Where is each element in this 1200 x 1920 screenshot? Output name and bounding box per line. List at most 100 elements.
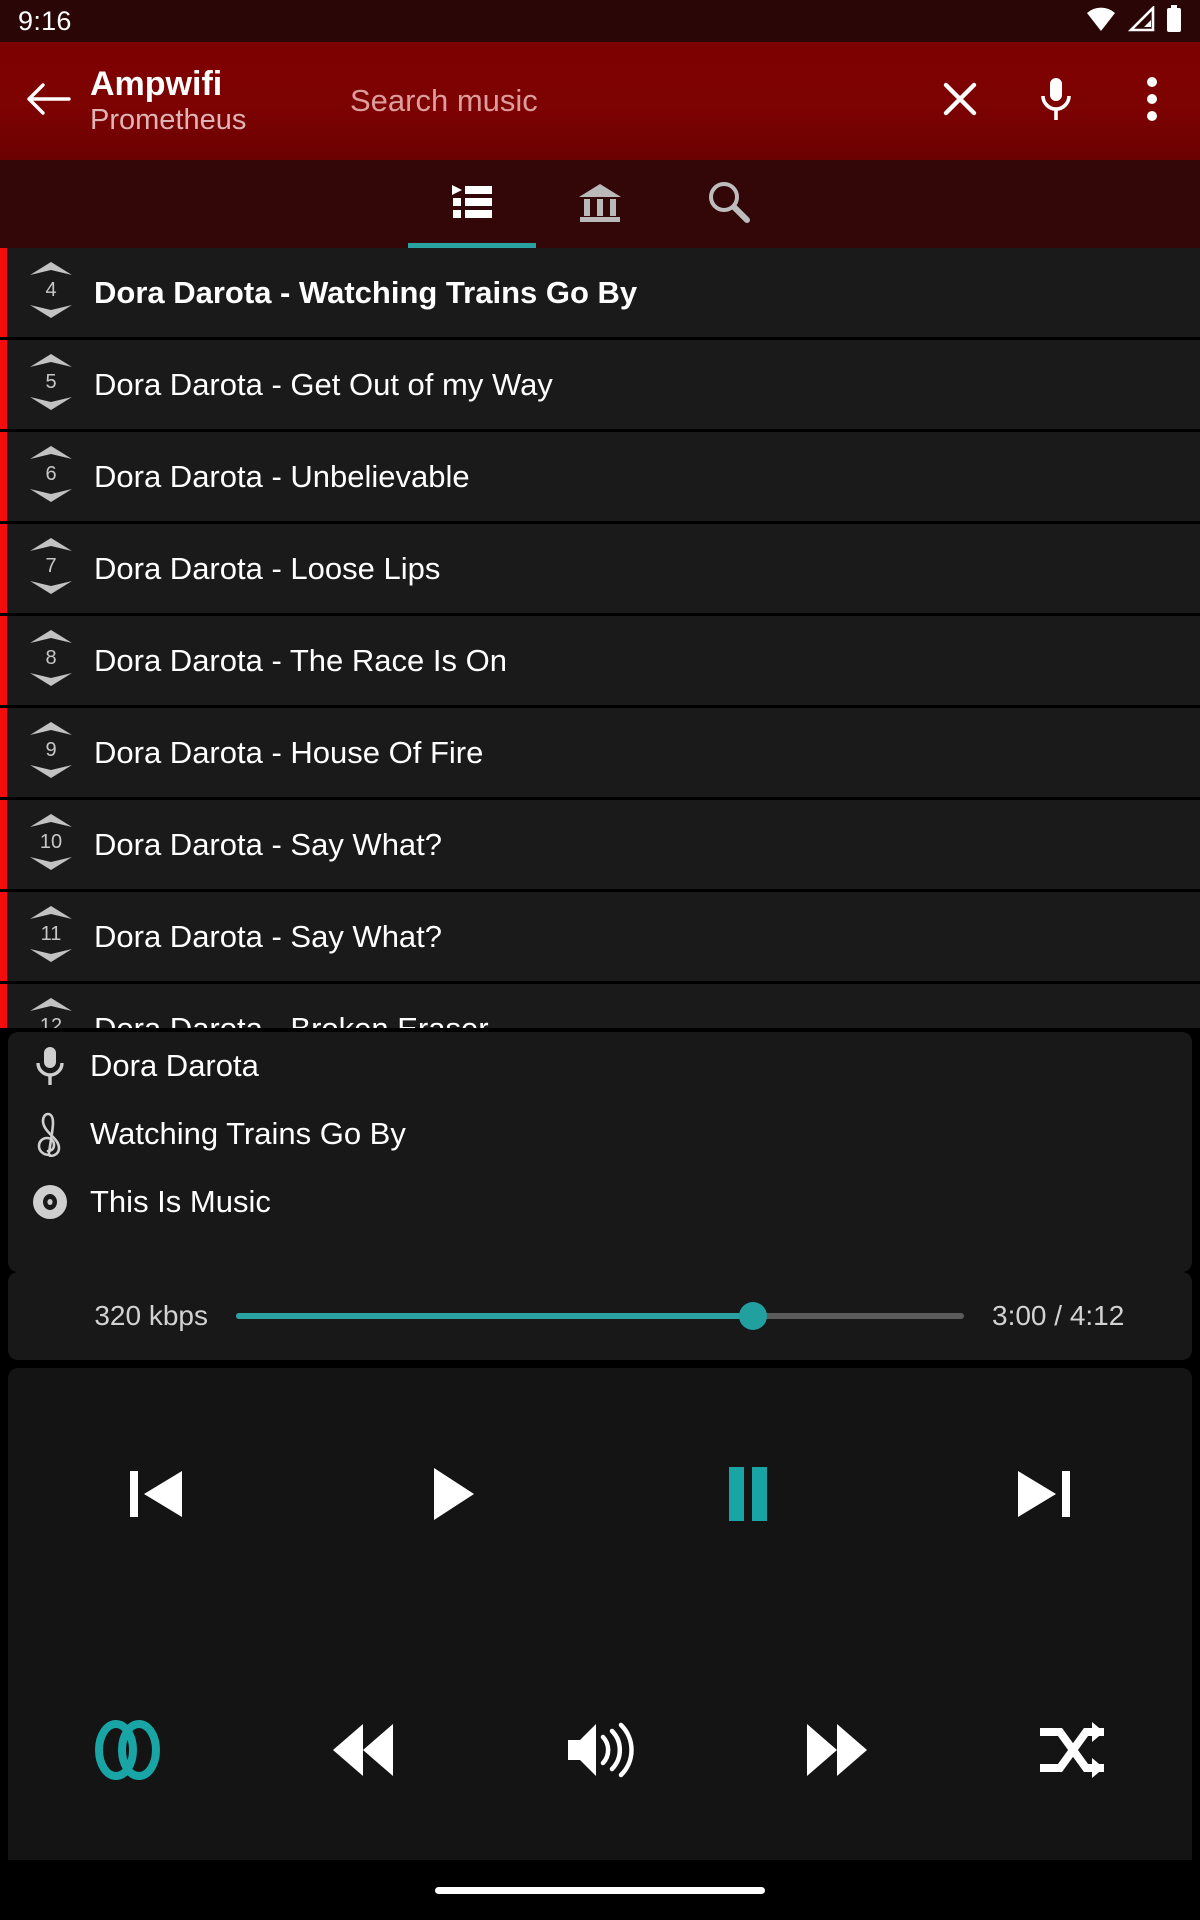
volume-button[interactable] — [482, 1624, 719, 1880]
table-row[interactable]: 4Dora Darota - Watching Trains Go By — [0, 248, 1200, 340]
status-clock: 9:16 — [18, 6, 72, 37]
progress-section: 320 kbps 3:00 / 4:12 — [8, 1272, 1192, 1360]
drag-handle-icon[interactable]: 4 — [12, 248, 90, 339]
skip-next-icon — [1008, 1458, 1080, 1535]
back-button[interactable] — [0, 42, 96, 160]
gesture-navigation-bar — [0, 1860, 1200, 1920]
close-icon — [938, 77, 982, 126]
home-indicator[interactable] — [435, 1887, 765, 1894]
rewind-icon — [325, 1718, 401, 1787]
next-track-button[interactable] — [896, 1368, 1192, 1624]
disc-icon — [24, 1182, 76, 1222]
primary-controls-row — [8, 1368, 1192, 1624]
tab-bar — [0, 160, 1200, 248]
voice-search-button[interactable] — [1008, 42, 1104, 160]
search-field-wrapper[interactable] — [340, 83, 912, 119]
fast-forward-button[interactable] — [718, 1624, 955, 1880]
tab-search[interactable] — [664, 160, 792, 248]
table-row[interactable]: 7Dora Darota - Loose Lips — [0, 524, 1200, 616]
table-row[interactable]: 11 Dora Darota - Say What? — [0, 892, 1200, 984]
overflow-menu-button[interactable] — [1104, 42, 1200, 160]
row-position-marker — [0, 432, 7, 521]
drag-handle-icon[interactable]: 8 — [12, 615, 90, 707]
fast-forward-icon — [799, 1718, 875, 1787]
rewind-button[interactable] — [245, 1624, 482, 1880]
row-position-marker — [0, 800, 7, 889]
table-row[interactable]: 12Dora Darota - Broken Eraser — [0, 984, 1200, 1028]
secondary-controls-row — [8, 1624, 1192, 1880]
chevron-up-icon — [28, 445, 74, 461]
previous-track-button[interactable] — [8, 1368, 304, 1624]
drag-handle-icon[interactable]: 6 — [12, 431, 90, 523]
app-subtitle: Prometheus — [90, 103, 340, 137]
app-bar: Ampwifi Prometheus — [0, 42, 1200, 160]
music-player-screen: 9:16 Ampwifi Prometheus — [0, 0, 1200, 1920]
pause-button[interactable] — [600, 1368, 896, 1624]
chevron-up-icon — [28, 537, 74, 553]
shuffle-icon — [1038, 1718, 1110, 1787]
app-bar-actions — [912, 42, 1200, 160]
chevron-up-icon — [28, 721, 74, 737]
track-title: Dora Darota - Say What? — [90, 919, 442, 955]
shuffle-button[interactable] — [955, 1624, 1192, 1880]
now-playing-album-row: This Is Music — [8, 1168, 1192, 1236]
chevron-down-icon — [28, 395, 74, 411]
clear-search-button[interactable] — [912, 42, 1008, 160]
skip-previous-icon — [120, 1458, 192, 1535]
drag-handle-icon[interactable]: 7 — [12, 523, 90, 615]
repeat-button[interactable] — [8, 1624, 245, 1880]
drag-handle-icon[interactable]: 10 — [12, 799, 90, 891]
track-number: 8 — [45, 648, 56, 668]
tab-list — [0, 160, 1200, 248]
row-position-marker — [0, 984, 7, 1028]
chevron-up-icon — [28, 261, 74, 277]
play-button[interactable] — [304, 1368, 600, 1624]
seek-bar-thumb[interactable] — [739, 1302, 767, 1330]
now-playing-artist: Dora Darota — [76, 1048, 259, 1084]
table-row[interactable]: 10 Dora Darota - Say What? — [0, 800, 1200, 892]
time-display: 3:00 / 4:12 — [992, 1300, 1192, 1332]
search-input[interactable] — [350, 83, 912, 119]
track-number: 11 — [41, 924, 62, 944]
chevron-up-icon — [28, 353, 74, 369]
track-number: 10 — [40, 832, 62, 852]
library-icon — [577, 181, 623, 228]
battery-icon — [1166, 5, 1182, 38]
pause-icon — [712, 1458, 784, 1535]
play-icon — [416, 1458, 488, 1535]
cell-signal-icon — [1127, 6, 1155, 37]
now-playing-artist-row: Dora Darota — [8, 1032, 1192, 1100]
tab-library[interactable] — [536, 160, 664, 248]
drag-handle-icon[interactable]: 9 — [12, 707, 90, 799]
tab-playlist[interactable] — [408, 160, 536, 248]
arrow-left-icon — [25, 79, 71, 124]
chevron-down-icon — [28, 763, 74, 779]
microphone-icon — [24, 1045, 76, 1087]
seek-bar[interactable] — [236, 1296, 964, 1336]
track-title: Dora Darota - Unbelievable — [90, 459, 470, 495]
table-row[interactable]: 6Dora Darota - Unbelievable — [0, 432, 1200, 524]
microphone-icon — [1036, 75, 1076, 128]
table-row[interactable]: 8Dora Darota - The Race Is On — [0, 616, 1200, 708]
track-title: Dora Darota - Get Out of my Way — [90, 367, 553, 403]
drag-handle-icon[interactable]: 12 — [12, 983, 90, 1029]
treble-clef-icon — [24, 1111, 76, 1157]
playlist-track-list[interactable]: 4Dora Darota - Watching Trains Go By5Dor… — [0, 248, 1200, 1028]
search-icon — [705, 179, 751, 230]
drag-handle-icon[interactable]: 5 — [12, 339, 90, 431]
table-row[interactable]: 9Dora Darota - House Of Fire — [0, 708, 1200, 800]
row-position-marker — [0, 248, 7, 337]
chevron-down-icon — [28, 855, 74, 871]
transport-controls — [8, 1368, 1192, 1880]
more-vertical-icon — [1146, 75, 1158, 128]
row-position-marker — [0, 340, 7, 429]
chevron-down-icon — [28, 947, 74, 963]
table-row[interactable]: 5Dora Darota - Get Out of my Way — [0, 340, 1200, 432]
track-title: Dora Darota - Broken Eraser — [90, 1011, 489, 1029]
chevron-down-icon — [28, 671, 74, 687]
drag-handle-icon[interactable]: 11 — [12, 891, 90, 983]
track-title: Dora Darota - House Of Fire — [90, 735, 483, 771]
infinity-icon — [87, 1718, 165, 1787]
bitrate-label: 320 kbps — [8, 1300, 208, 1332]
track-title: Dora Darota - Say What? — [90, 827, 442, 863]
